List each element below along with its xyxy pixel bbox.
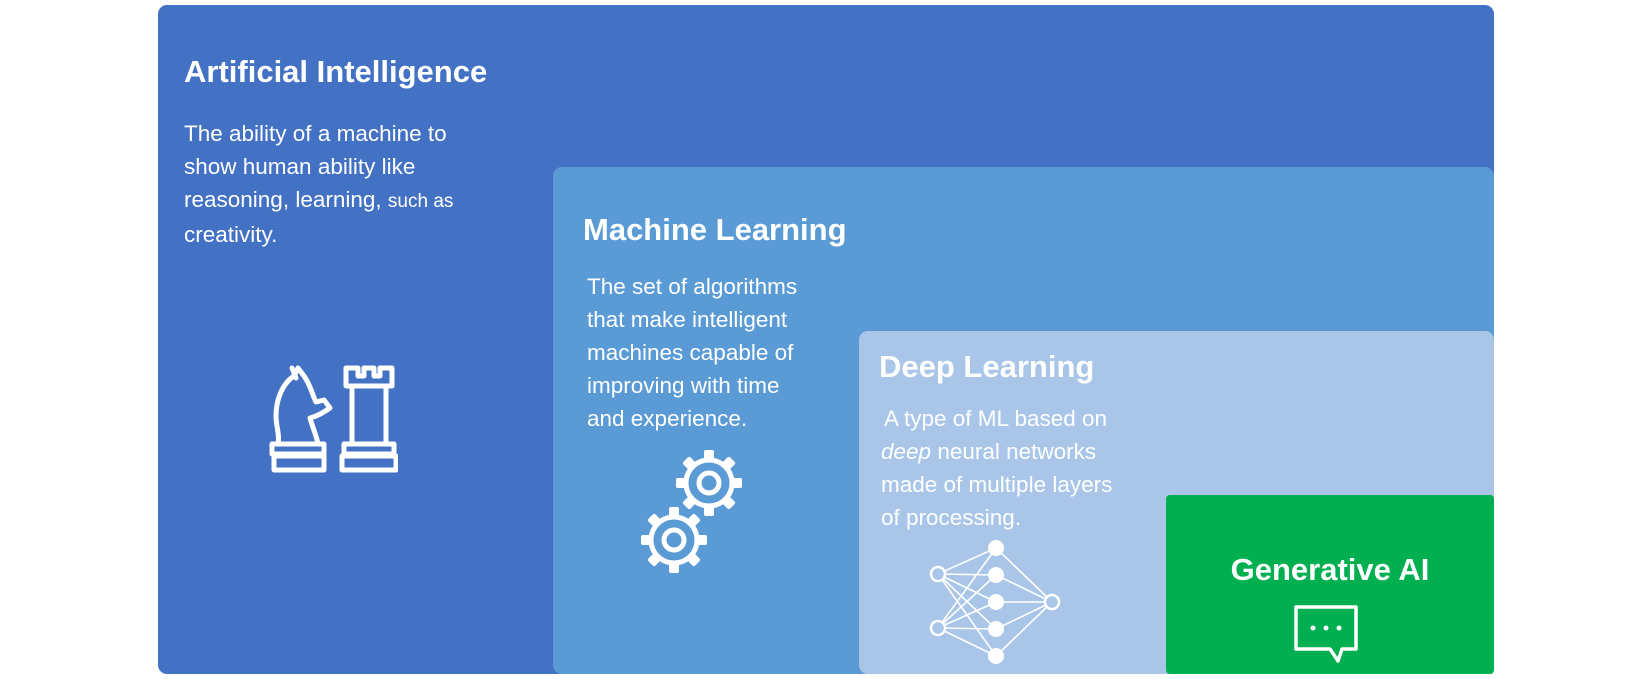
chat-bubble-icon xyxy=(1292,603,1362,665)
ai-desc-small-text: such as xyxy=(387,191,454,212)
ml-desc-line: that make intelligent xyxy=(587,307,788,332)
dl-desc-line: deep neural networks xyxy=(881,435,1112,468)
ml-desc-line: and experience. xyxy=(587,406,748,431)
generative-ai-title: Generative AI xyxy=(1230,552,1430,587)
dl-desc-text: neural networks xyxy=(937,439,1097,464)
ai-desc-line: show human ability like xyxy=(184,154,416,179)
ai-description: The ability of a machine to show human a… xyxy=(184,117,453,251)
chess-icon xyxy=(268,364,398,480)
ml-desc-line: improving with time xyxy=(587,373,780,398)
neural-network-icon xyxy=(924,536,1064,666)
dl-desc-line: made of multiple layers xyxy=(881,472,1113,497)
ai-desc-line: creativity. xyxy=(184,222,278,247)
gears-icon xyxy=(638,447,750,577)
dl-desc-line: of processing. xyxy=(881,505,1022,530)
ai-desc-text: reasoning, learning, xyxy=(184,187,382,212)
ml-desc-line: The set of algorithms xyxy=(587,274,798,299)
dl-title: Deep Learning xyxy=(879,349,1095,384)
ml-desc-line: machines capable of xyxy=(587,340,794,365)
ml-description: The set of algorithms that make intellig… xyxy=(587,270,797,435)
ml-title: Machine Learning xyxy=(583,212,847,247)
dl-desc-emphasis: deep xyxy=(881,439,932,464)
ai-desc-line: The ability of a machine to xyxy=(184,121,447,146)
ai-desc-line: reasoning, learning, such as xyxy=(184,183,453,218)
dl-description: A type of ML based on deep neural networ… xyxy=(881,402,1112,534)
dl-desc-line: A type of ML based on xyxy=(884,406,1108,431)
ai-title: Artificial Intelligence xyxy=(184,54,488,89)
